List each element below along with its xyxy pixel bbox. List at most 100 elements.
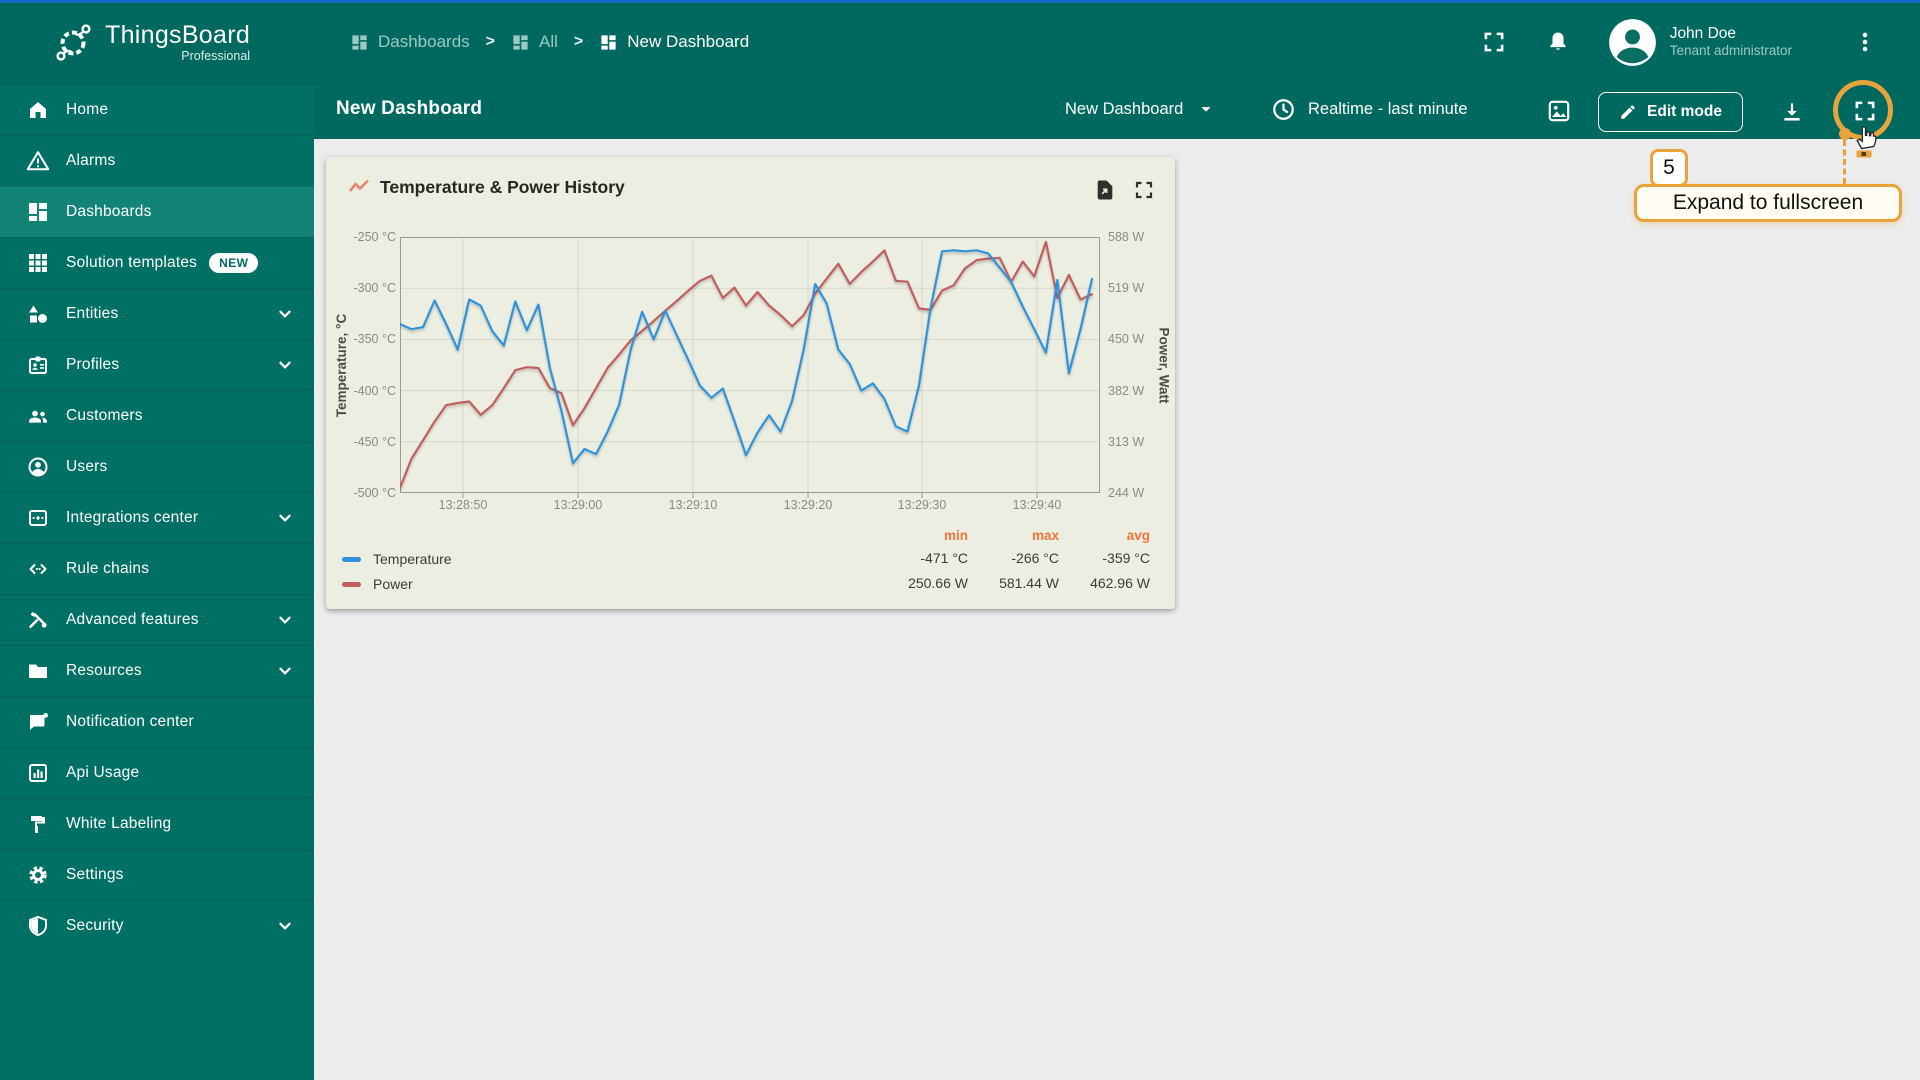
kebab-menu-icon[interactable]	[1850, 27, 1880, 57]
breadcrumb-item-new-dashboard[interactable]: New Dashboard	[599, 32, 749, 52]
fullscreen-toggle-button[interactable]	[1479, 27, 1509, 57]
thingsboard-logo-icon	[50, 19, 97, 66]
left-axis-title: Temperature, °C	[334, 313, 350, 417]
dashboard-state-select[interactable]: New Dashboard	[1065, 98, 1217, 120]
hand-cursor-icon	[1850, 120, 1880, 160]
sidebar-item-notification-center[interactable]: Notification center	[0, 696, 314, 747]
dashboards-icon	[26, 200, 50, 224]
chevron-down-icon	[274, 609, 296, 631]
sidebar-item-label: Advanced features	[66, 611, 199, 628]
left-axis-tick: -250 °C	[353, 230, 396, 244]
sidebar-item-profiles[interactable]: Profiles	[0, 339, 314, 390]
sidebar-item-label: Customers	[66, 407, 143, 424]
x-axis-tick: 13:29:30	[897, 498, 947, 512]
sidebar-item-dashboards[interactable]: Dashboards	[0, 186, 314, 237]
alarms-icon	[26, 149, 50, 173]
sidebar-item-customers[interactable]: Customers	[0, 390, 314, 441]
legend-avg-value: 462.96 W	[1090, 575, 1150, 591]
breadcrumb-label: Dashboards	[378, 32, 470, 51]
brand-subtitle: Professional	[181, 48, 251, 63]
browser-progress-bar	[0, 0, 1920, 3]
breadcrumb-item-all[interactable]: All	[511, 32, 558, 52]
timewindow-button[interactable]: Realtime - last minute	[1270, 96, 1468, 123]
chevron-down-icon	[274, 354, 296, 376]
chart-plot-area[interactable]	[400, 237, 1100, 499]
annotation-step-number: 5	[1650, 149, 1688, 187]
api-usage-icon	[26, 761, 50, 785]
timewindow-label: Realtime - last minute	[1308, 100, 1468, 118]
sidebar-item-label: Security	[66, 917, 124, 934]
edit-mode-button[interactable]: Edit mode	[1598, 92, 1743, 132]
sidebar-item-entities[interactable]: Entities	[0, 288, 314, 339]
widget-title: Temperature & Power History	[380, 177, 625, 197]
sidebar-item-label: Solution templates	[66, 254, 198, 271]
timeseries-widget[interactable]: Temperature & Power History Temperature,…	[326, 157, 1175, 609]
chevron-down-icon	[274, 507, 296, 529]
advanced-features-icon	[26, 608, 50, 632]
sidebar-item-alarms[interactable]: Alarms	[0, 135, 314, 186]
sidebar-item-label: Alarms	[66, 152, 116, 169]
left-axis-tick: -500 °C	[353, 486, 396, 500]
home-icon	[26, 98, 50, 122]
sidebar-item-label: Home	[66, 101, 109, 118]
sidebar-item-label: White Labeling	[66, 815, 172, 832]
breadcrumb-item-dashboards[interactable]: Dashboards	[350, 32, 470, 52]
breadcrumb-separator: >	[485, 33, 496, 50]
dashboard-icon	[511, 33, 530, 52]
sidebar-item-integrations-center[interactable]: Integrations center	[0, 492, 314, 543]
sidebar-item-solution-templates[interactable]: Solution templates NEW	[0, 237, 314, 288]
thingsboard-app: ThingsBoard Professional Home Alarms Dashb…	[0, 0, 1920, 1080]
resources-icon	[26, 659, 50, 683]
notifications-bell-icon[interactable]	[1543, 27, 1573, 57]
sidebar-item-resources[interactable]: Resources	[0, 645, 314, 696]
dashboard-icon	[350, 33, 369, 52]
sidebar-item-white-labeling[interactable]: White Labeling	[0, 798, 314, 849]
chevron-down-icon	[274, 915, 296, 937]
legend-row-temperature[interactable]: Temperature -471 °C -266 °C -359 °C	[326, 550, 1175, 568]
dashboard-image-button[interactable]	[1544, 96, 1574, 126]
x-axis-tick: 13:28:50	[438, 498, 488, 512]
brand-name: ThingsBoard	[105, 20, 251, 49]
right-axis-tick: 382 W	[1108, 383, 1145, 398]
breadcrumb: Dashboards > All > New Dashboard	[350, 32, 749, 52]
x-axis-tick: 13:29:40	[1012, 498, 1062, 512]
widget-fullscreen-icon[interactable]	[1131, 177, 1157, 203]
right-axis-tick: 588 W	[1108, 230, 1145, 244]
right-axis-tick: 313 W	[1108, 434, 1145, 449]
right-axis-tick: 244 W	[1108, 486, 1145, 500]
legend-row-power[interactable]: Power 250.66 W 581.44 W 462.96 W	[326, 575, 1175, 593]
breadcrumb-label: All	[539, 32, 558, 51]
annotation-dashed-connector	[1843, 140, 1846, 184]
sidebar-item-api-usage[interactable]: Api Usage	[0, 747, 314, 798]
sidebar-item-label: Entities	[66, 305, 119, 322]
sidebar-item-settings[interactable]: Settings	[0, 849, 314, 900]
legend-avg-value: -359 °C	[1102, 550, 1150, 566]
sidebar-item-label: Integrations center	[66, 509, 199, 526]
left-axis-tick: -350 °C	[353, 332, 396, 347]
sidebar-item-security[interactable]: Security	[0, 900, 314, 951]
brand-logo[interactable]: ThingsBoard Professional	[0, 0, 314, 84]
export-widget-data-icon[interactable]	[1092, 177, 1118, 203]
entities-icon	[26, 302, 50, 326]
legend-marker	[342, 582, 361, 587]
x-axis-tick: 13:29:20	[783, 498, 833, 512]
download-dashboard-button[interactable]	[1777, 97, 1807, 127]
sidebar-item-label: Settings	[66, 866, 124, 883]
dashboard-state-label: New Dashboard	[1065, 99, 1184, 118]
solution-templates-icon	[26, 251, 50, 275]
legend-marker	[342, 557, 361, 562]
sidebar-item-rule-chains[interactable]: Rule chains	[0, 543, 314, 594]
sidebar-item-advanced-features[interactable]: Advanced features	[0, 594, 314, 645]
sidebar-nav: Home Alarms Dashboards Solution templates NE…	[0, 84, 314, 951]
sidebar-item-users[interactable]: Users	[0, 441, 314, 492]
breadcrumb-label: New Dashboard	[627, 32, 750, 51]
rule-chains-icon	[26, 557, 50, 581]
breadcrumb-separator: >	[573, 33, 584, 50]
avatar[interactable]	[1607, 17, 1658, 68]
sidebar-item-home[interactable]: Home	[0, 84, 314, 135]
x-axis-tick: 13:29:10	[668, 498, 718, 512]
page-title: New Dashboard	[336, 98, 483, 119]
right-axis-tick: 519 W	[1108, 281, 1145, 296]
clock-icon	[1270, 96, 1297, 123]
chevron-down-icon	[274, 303, 296, 325]
